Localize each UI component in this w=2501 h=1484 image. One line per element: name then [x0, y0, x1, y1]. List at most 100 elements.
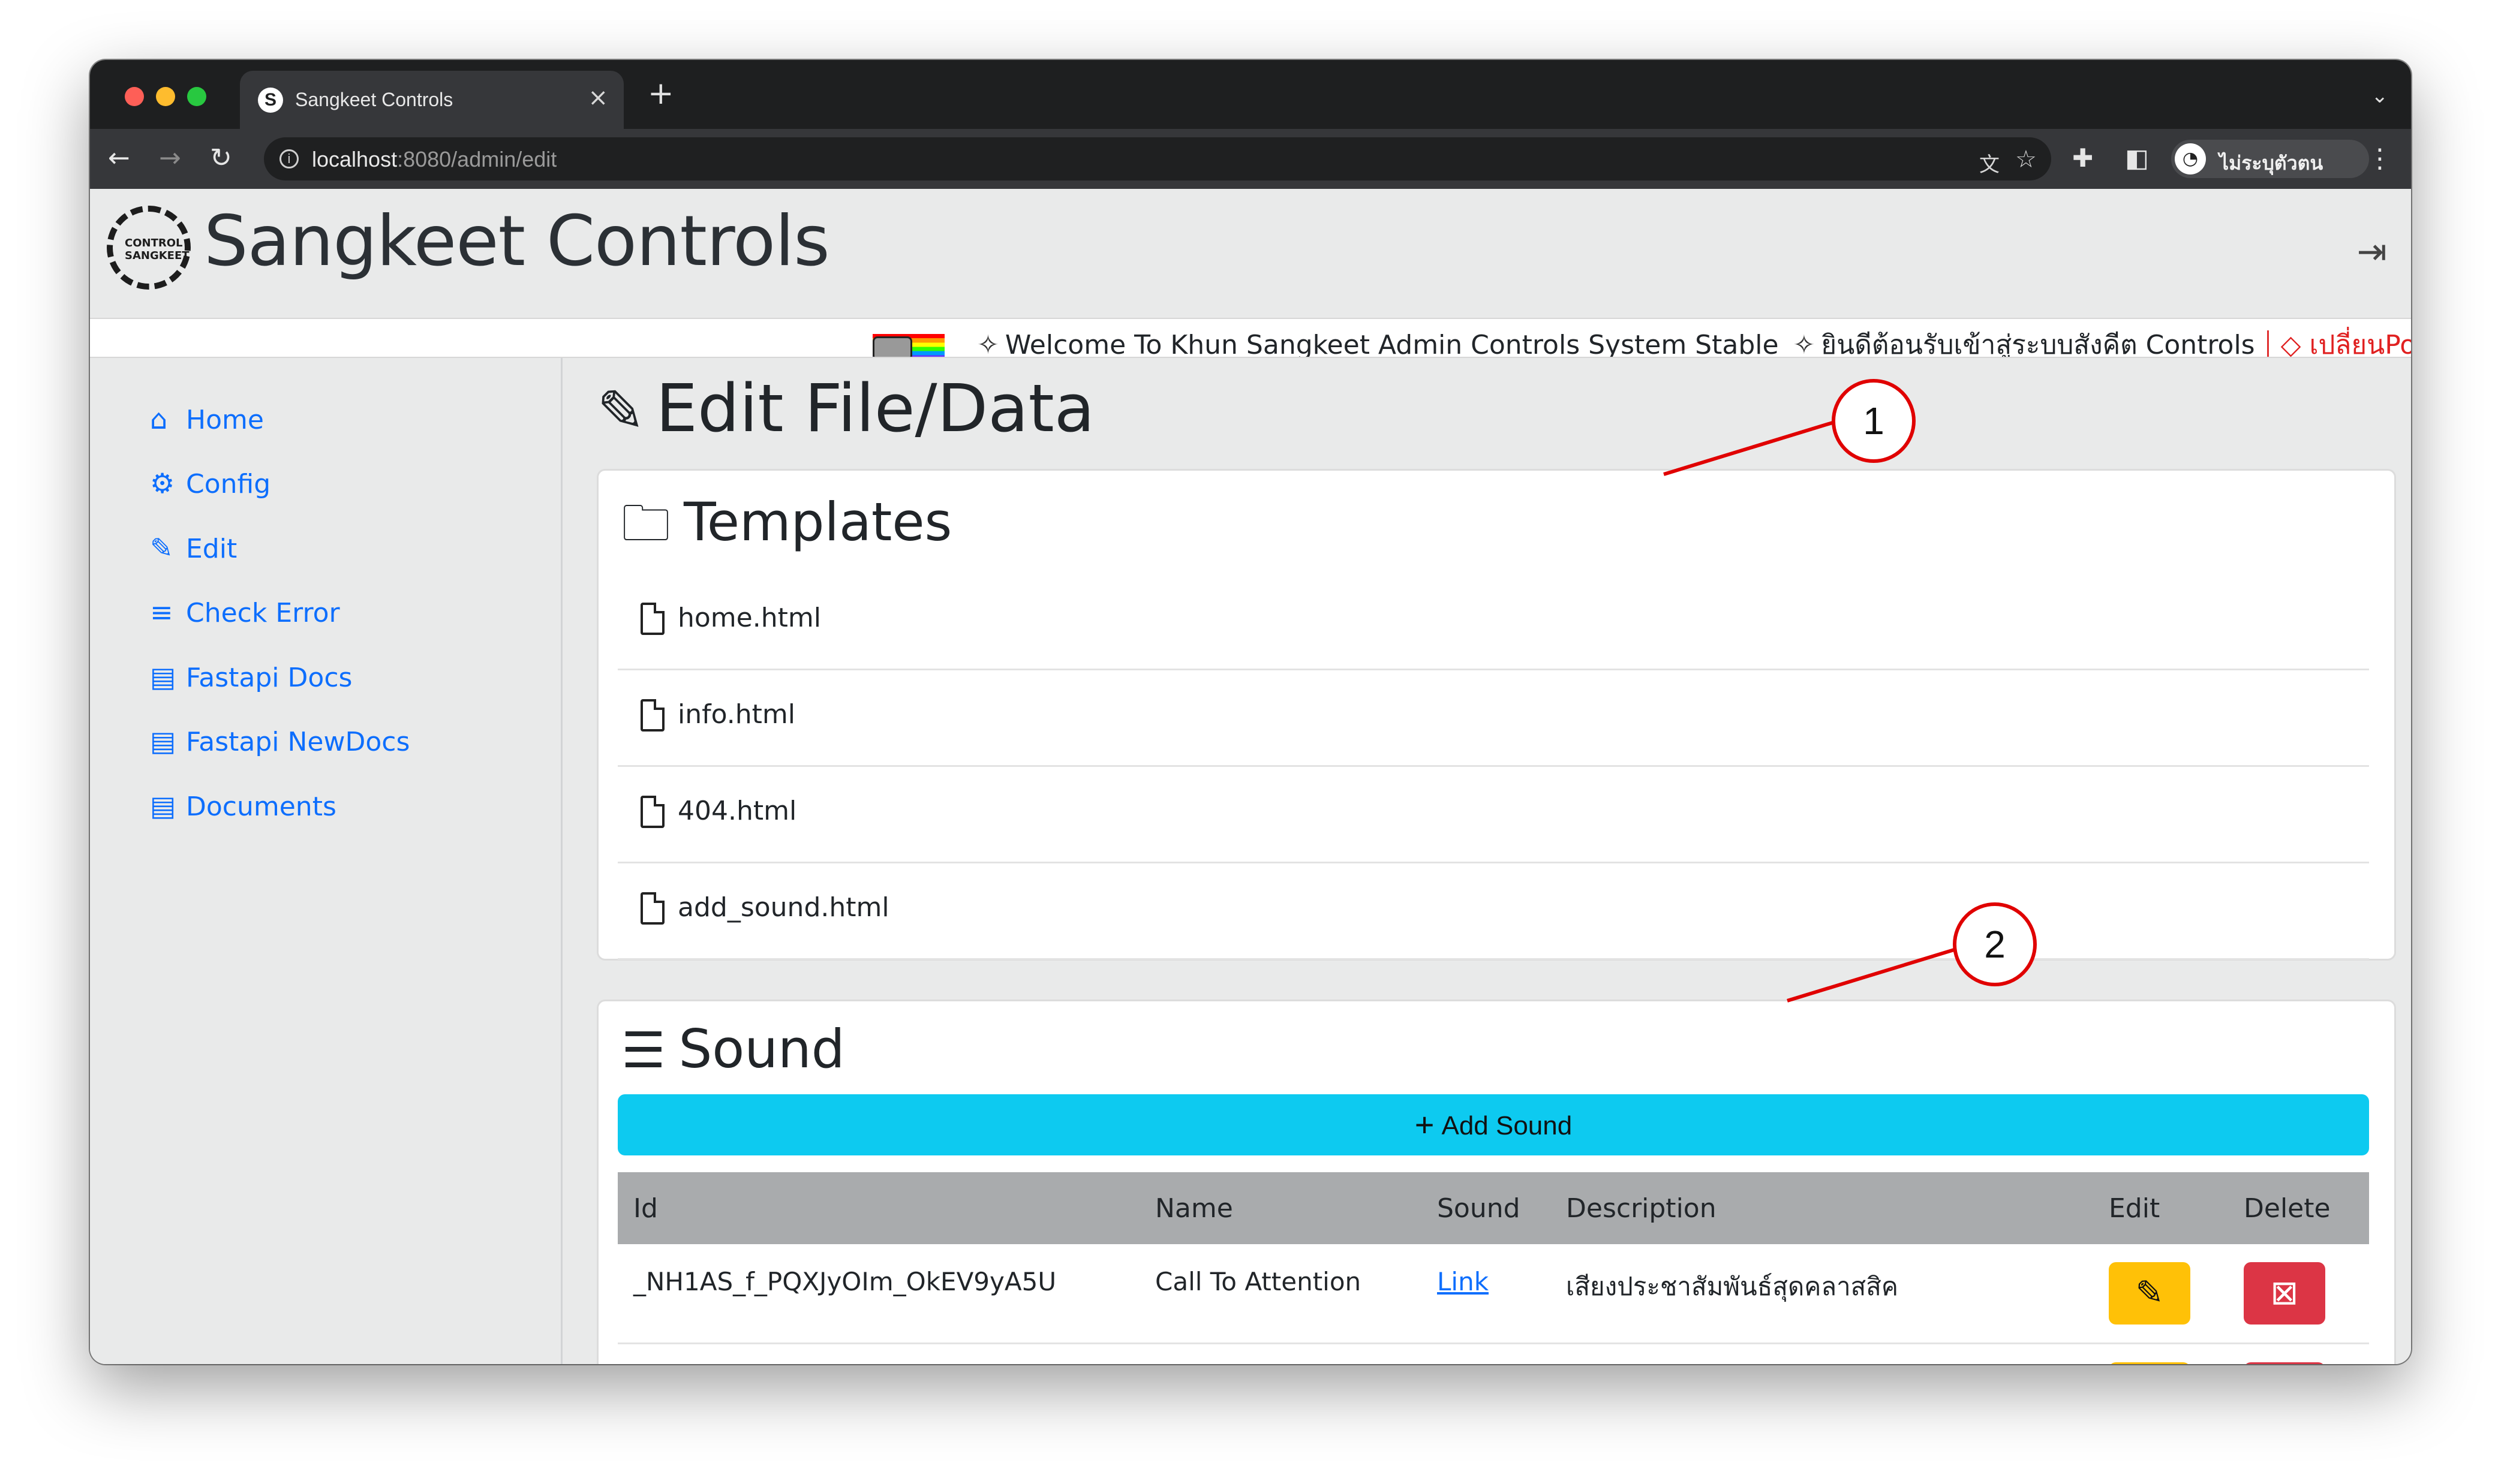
edit-cell	[2093, 1343, 2228, 1364]
sidebar-item-label: Config	[186, 469, 271, 499]
folder-icon: 🗀	[621, 495, 671, 552]
welcome-th-text: ยินดีต้อนรับเข้าสู่ระบบสังคีต Controls	[1821, 330, 2255, 358]
file-name: 404.html	[678, 796, 797, 826]
warning-text: เปลี่ยนPortต้อ	[2309, 330, 2411, 358]
profile-name: ไม่ระบุตัวตน	[2219, 152, 2323, 174]
page-title-text: Edit File/Data	[656, 370, 1095, 447]
browser-tab[interactable]: S Sangkeet Controls ×	[240, 71, 624, 129]
sidebar-item-label: Fastapi NewDocs	[186, 727, 410, 757]
file-name: add_sound.html	[678, 892, 889, 923]
profile-button[interactable]: ◔ ไม่ระบุตัวตน	[2171, 140, 2369, 178]
sidepanel-icon[interactable]: ◧	[2125, 143, 2149, 173]
gear-icon: ⚙	[150, 467, 175, 499]
brand-title[interactable]: Sangkeet Controls	[204, 201, 830, 282]
list-check-icon: ≡	[150, 596, 173, 628]
sidebar-item-check-error[interactable]: ≡ Check Error	[150, 596, 340, 632]
back-arrow-icon[interactable]: ←	[108, 143, 130, 173]
file-item[interactable]: 404.html	[618, 767, 2369, 863]
edit-button[interactable]	[2109, 1362, 2190, 1364]
plus-icon: +	[1414, 1106, 1435, 1143]
file-icon	[641, 603, 665, 635]
tab-close-icon[interactable]: ×	[588, 84, 608, 112]
sidebar-item-documents[interactable]: ▤ Documents	[150, 790, 336, 826]
forward-arrow-icon[interactable]: →	[159, 143, 181, 173]
minimize-window-button[interactable]	[156, 87, 175, 106]
sidebar-item-home[interactable]: ⌂ Home	[150, 403, 264, 439]
edit-cell: ✎	[2093, 1244, 2228, 1344]
puzzle-icon[interactable]: ✚	[2072, 143, 2093, 173]
sidebar-item-fastapi-docs[interactable]: ▤ Fastapi Docs	[150, 661, 352, 697]
trash-icon: ⊠	[2270, 1274, 2299, 1313]
delete-cell: ⊠	[2228, 1244, 2369, 1344]
table-row	[618, 1343, 2369, 1364]
page: CONTROL SANGKEET Sangkeet Controls ⇥ ✧ We…	[90, 189, 2411, 1364]
sound-title-text: Sound	[678, 1018, 845, 1080]
url-host: localhost	[312, 147, 398, 171]
url-path: :8080/admin/edit	[397, 147, 557, 171]
document-icon: ▤	[150, 661, 176, 693]
column-header: Delete	[2228, 1172, 2369, 1244]
marquee-content: ✧ Welcome To Khun Sangkeet Admin Controls…	[873, 324, 2411, 358]
callout-2: 2	[1953, 902, 2037, 986]
sangkeet-logo[interactable]: CONTROL SANGKEET	[107, 206, 191, 290]
callout-1: 1	[1832, 379, 1916, 463]
sidebar-item-config[interactable]: ⚙ Config	[150, 467, 270, 503]
divider	[2266, 330, 2269, 357]
info-icon[interactable]: i	[279, 149, 299, 168]
document-icon: ▤	[150, 790, 176, 822]
sidebar-item-label: Edit	[186, 534, 238, 564]
sidebar-item-label: Check Error	[186, 598, 340, 628]
column-header: Sound	[1421, 1172, 1550, 1244]
star-icon[interactable]: ☆	[2015, 146, 2037, 173]
chevron-down-icon[interactable]: ⌄	[2371, 84, 2389, 108]
sidebar-item-fastapi-newdocs[interactable]: ▤ Fastapi NewDocs	[150, 725, 410, 761]
delete-button[interactable]: ⊠	[2244, 1262, 2325, 1325]
file-icon	[641, 892, 665, 925]
file-icon	[641, 699, 665, 732]
pencil-icon: ✎	[2135, 1274, 2164, 1313]
sidebar-item-label: Home	[186, 405, 264, 435]
sound-card: ☰ Sound + Add Sound Id Name Sound Descript…	[597, 1000, 2396, 1364]
table-header-row: Id Name Sound Description Edit Delete	[618, 1172, 2369, 1244]
warning-icon: ◇	[2280, 330, 2301, 358]
sound-table: Id Name Sound Description Edit Delete _N…	[618, 1172, 2369, 1364]
delete-button[interactable]	[2244, 1362, 2325, 1364]
file-name: info.html	[678, 699, 795, 730]
delete-cell	[2228, 1343, 2369, 1364]
sparkle-icon: ✧	[1793, 330, 1815, 358]
file-item[interactable]: add_sound.html	[618, 863, 2369, 960]
sidebar-item-edit[interactable]: ✎ Edit	[150, 532, 237, 568]
templates-title: 🗀 Templates	[621, 487, 952, 571]
page-title: ✎ Edit File/Data	[597, 370, 1095, 447]
browser-window: S Sangkeet Controls × + ⌄ ← → ↻ i localh…	[90, 60, 2411, 1364]
reload-icon[interactable]: ↻	[210, 143, 232, 173]
file-name: home.html	[678, 603, 821, 633]
database-icon: ☰	[621, 1022, 666, 1079]
new-tab-button[interactable]: +	[648, 78, 674, 109]
empty-cell	[1140, 1343, 1421, 1364]
table-row: _NH1AS_f_PQXJyOIm_OkEV9yA5U Call To Atte…	[618, 1244, 2369, 1344]
column-header: Name	[1140, 1172, 1421, 1244]
column-header: Edit	[2093, 1172, 2228, 1244]
url-text[interactable]: localhost:8080/admin/edit	[312, 147, 557, 172]
navbar: CONTROL SANGKEET Sangkeet Controls ⇥	[90, 189, 2411, 318]
file-item[interactable]: home.html	[618, 574, 2369, 670]
kebab-menu-icon[interactable]: ⋮	[2367, 143, 2393, 174]
address-bar[interactable]: i localhost:8080/admin/edit 文 ☆	[264, 137, 2051, 180]
tab-title: Sangkeet Controls	[295, 89, 453, 110]
add-sound-button[interactable]: + Add Sound	[618, 1094, 2369, 1155]
close-window-button[interactable]	[125, 87, 144, 106]
zoom-window-button[interactable]	[187, 87, 206, 106]
file-item[interactable]: info.html	[618, 670, 2369, 767]
file-icon	[641, 796, 665, 828]
sound-link-cell: Link	[1421, 1244, 1550, 1344]
logout-icon[interactable]: ⇥	[2357, 231, 2387, 273]
sound-id: _NH1AS_f_PQXJyOIm_OkEV9yA5U	[618, 1244, 1140, 1344]
sound-description: เสียงประชาสัมพันธ์สุดคลาสสิค	[1550, 1244, 2093, 1344]
sound-title: ☰ Sound	[621, 1018, 845, 1080]
translate-icon[interactable]: 文	[1979, 148, 2000, 177]
sound-link[interactable]: Link	[1437, 1267, 1489, 1296]
sparkle-icon: ✧	[977, 330, 999, 358]
edit-button[interactable]: ✎	[2109, 1262, 2190, 1325]
empty-cell	[618, 1343, 1140, 1364]
